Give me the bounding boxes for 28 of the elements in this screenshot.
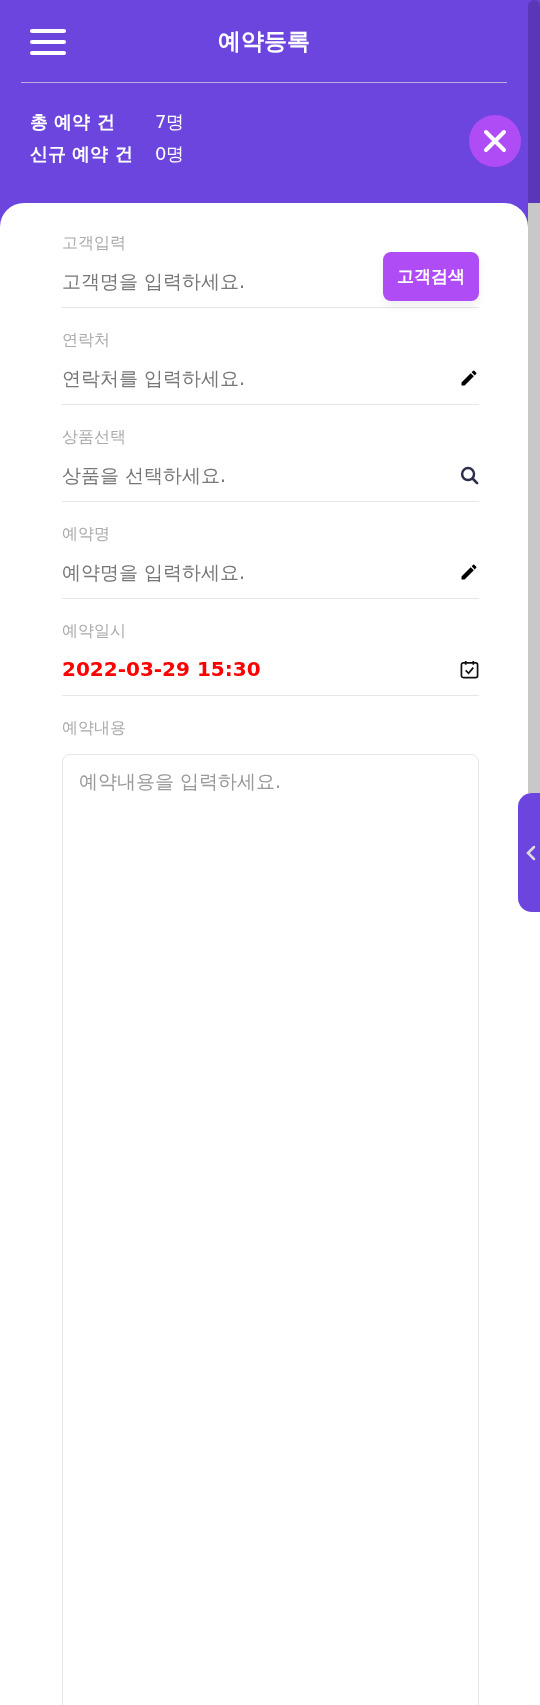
side-tab[interactable] (518, 793, 540, 912)
pencil-icon[interactable] (459, 562, 479, 582)
menu-icon[interactable] (30, 28, 66, 56)
search-button[interactable]: 고객검색 (383, 251, 479, 301)
pencil-icon[interactable] (459, 368, 479, 388)
close-icon (483, 129, 507, 153)
field-label: 연락처 (62, 330, 111, 351)
stat-value: 0명 (155, 142, 185, 166)
stat-label: 총 예약 건 (30, 110, 116, 134)
date-value: 2022-03-29 15:30 (62, 657, 262, 681)
textarea-field[interactable]: 예약내용을 입력하세요. (62, 754, 479, 1705)
field-label: 고객입력 (62, 233, 127, 254)
scrollbar[interactable] (528, 0, 540, 793)
chevron-left-icon (526, 844, 536, 861)
stat-label: 신규 예약 건 (30, 142, 134, 166)
input-field[interactable]: 예약명을 입력하세요. (62, 561, 459, 583)
page-title: 예약등록 (218, 26, 310, 56)
field-label: 예약일시 (62, 621, 127, 642)
search-icon[interactable] (460, 465, 479, 485)
field-label: 예약명 (62, 524, 111, 545)
calendar-icon[interactable] (460, 659, 479, 679)
input-field[interactable]: 고객명을 입력하세요. (62, 270, 383, 292)
field-label: 상품선택 (62, 427, 127, 448)
field-label: 예약내용 (62, 718, 127, 739)
stat-value: 7명 (155, 110, 185, 134)
input-field[interactable]: 연락처를 입력하세요. (62, 367, 459, 389)
close-button[interactable] (469, 115, 521, 167)
input-field[interactable]: 상품을 선택하세요. (62, 464, 460, 486)
